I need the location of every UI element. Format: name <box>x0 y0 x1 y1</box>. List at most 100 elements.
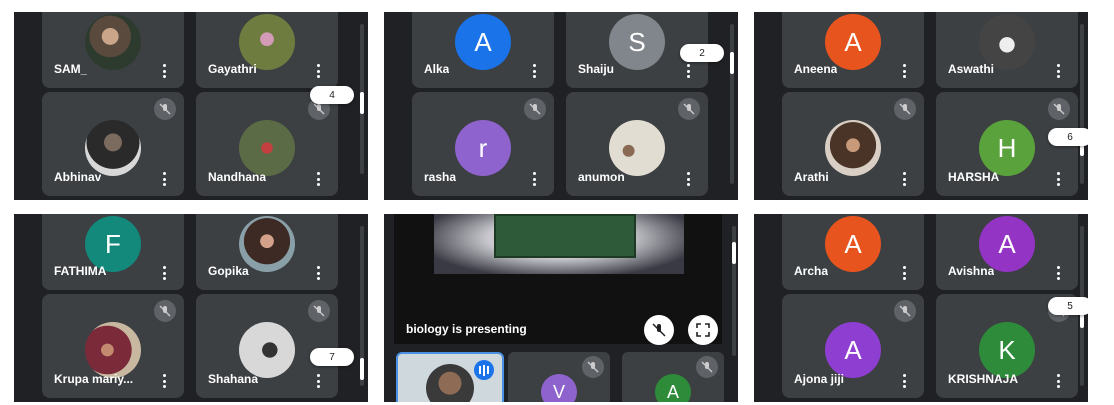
mic-off-icon <box>894 300 916 322</box>
participant-tile[interactable]: A Alka <box>412 12 554 88</box>
mic-off-icon <box>894 98 916 120</box>
more-options-icon[interactable] <box>162 64 166 78</box>
more-options-icon[interactable] <box>902 64 906 78</box>
participant-tile[interactable]: Gopika <box>196 214 338 290</box>
participant-photo <box>85 14 141 70</box>
meet-panel-presenting: biology is presenting V A <box>384 214 738 402</box>
participant-initial-avatar: H <box>979 120 1035 176</box>
participant-initial-avatar: K <box>979 322 1035 378</box>
more-options-icon[interactable] <box>316 172 320 186</box>
scrollbar[interactable] <box>360 24 364 174</box>
presenting-bar <box>384 343 738 344</box>
mic-off-icon <box>154 98 176 120</box>
participant-name: KRISHNAJA <box>948 372 1019 386</box>
more-options-icon[interactable] <box>902 172 906 186</box>
participant-initial-avatar: A <box>455 14 511 70</box>
self-view-photo <box>426 364 474 402</box>
mic-off-icon <box>308 300 330 322</box>
self-view-tile[interactable] <box>396 352 504 402</box>
scrollbar[interactable] <box>730 24 734 184</box>
participant-initial-avatar: A <box>825 322 881 378</box>
participant-name: FATHIMA <box>54 264 107 278</box>
more-options-icon[interactable] <box>162 374 166 388</box>
participant-tile[interactable]: Aswathi <box>936 12 1078 88</box>
meet-panel-6: A Archa A Avishna A Ajona jiji K KRISHNA… <box>754 214 1088 402</box>
chalkboard-image <box>494 214 636 258</box>
more-options-icon[interactable] <box>162 172 166 186</box>
mic-off-icon <box>652 323 666 337</box>
page-indicator: 4 <box>310 86 354 104</box>
participant-tile[interactable]: A Aneena <box>782 12 924 88</box>
more-options-icon[interactable] <box>902 266 906 280</box>
more-options-icon[interactable] <box>1056 266 1060 280</box>
participant-tile[interactable]: r rasha <box>412 92 554 196</box>
fullscreen-icon <box>696 323 710 337</box>
participant-tile[interactable]: A Avishna <box>936 214 1078 290</box>
meet-panel-2: A Alka S Shaiju r rasha anumon 2 <box>384 12 738 200</box>
participant-tile[interactable]: Arathi <box>782 92 924 196</box>
more-options-icon[interactable] <box>162 266 166 280</box>
participant-initial-avatar: A <box>825 216 881 272</box>
participant-name: Nandhana <box>208 170 267 184</box>
more-options-icon[interactable] <box>316 64 320 78</box>
participant-name: Ajona jiji <box>794 372 845 386</box>
scrollbar[interactable] <box>360 226 364 386</box>
participant-name: Shaiju <box>578 62 615 76</box>
participant-tile[interactable]: F FATHIMA <box>42 214 184 290</box>
participant-photo <box>239 120 295 176</box>
more-options-icon[interactable] <box>1056 374 1060 388</box>
participant-initial-avatar: S <box>609 14 665 70</box>
participant-name: HARSHA <box>948 170 1000 184</box>
scrollbar[interactable] <box>732 226 736 356</box>
mic-off-button[interactable] <box>644 315 674 345</box>
participant-tile[interactable]: Abhinav <box>42 92 184 196</box>
participant-name: Arathi <box>794 170 829 184</box>
more-options-icon[interactable] <box>1056 64 1060 78</box>
more-options-icon[interactable] <box>532 172 536 186</box>
participant-tile[interactable]: Gayathri <box>196 12 338 88</box>
participant-tile[interactable]: Nandhana <box>196 92 338 196</box>
participant-tile[interactable]: anumon <box>566 92 708 196</box>
presenting-status: biology is presenting <box>406 322 527 336</box>
participant-name: SAM_ <box>54 62 88 76</box>
participant-tile[interactable]: Shahana <box>196 294 338 398</box>
fullscreen-button[interactable] <box>688 315 718 345</box>
meet-panel-1: SAM_ Gayathri Abhinav Nandhana 4 <box>14 12 368 200</box>
participant-name: rasha <box>424 170 457 184</box>
participant-name: Abhinav <box>54 170 102 184</box>
mic-off-icon <box>1048 98 1070 120</box>
participant-photo <box>85 120 141 176</box>
more-options-icon[interactable] <box>316 374 320 388</box>
participant-tile[interactable]: Krupa mariy... <box>42 294 184 398</box>
mic-off-icon <box>696 356 718 378</box>
participant-initial-avatar: V <box>541 374 577 402</box>
participant-name: Krupa mariy... <box>54 372 134 386</box>
participant-tile[interactable]: SAM_ <box>42 12 184 88</box>
participant-tile[interactable]: A Ajona jiji <box>782 294 924 398</box>
participant-small-tile[interactable]: V <box>508 352 610 402</box>
more-options-icon[interactable] <box>1056 172 1060 186</box>
shared-screen <box>434 214 684 274</box>
more-options-icon[interactable] <box>686 64 690 78</box>
mic-off-icon <box>524 98 546 120</box>
participant-tile[interactable]: A Archa <box>782 214 924 290</box>
more-options-icon[interactable] <box>316 266 320 280</box>
participant-name: anumon <box>578 170 625 184</box>
participant-name: Alka <box>424 62 450 76</box>
participant-name: Archa <box>794 264 829 278</box>
participant-initial-avatar: r <box>455 120 511 176</box>
participant-name: Aneena <box>794 62 838 76</box>
participant-name: Avishna <box>948 264 995 278</box>
participant-photo <box>85 322 141 378</box>
page-indicator: 5 <box>1048 297 1088 315</box>
participant-initial-avatar: A <box>655 374 691 402</box>
participant-small-tile[interactable]: A <box>622 352 724 402</box>
more-options-icon[interactable] <box>532 64 536 78</box>
page-indicator: 6 <box>1048 128 1088 146</box>
more-options-icon[interactable] <box>902 374 906 388</box>
scrollbar[interactable] <box>1080 24 1084 184</box>
mic-off-icon <box>678 98 700 120</box>
meet-panel-4: F FATHIMA Gopika Krupa mariy... Shahana … <box>14 214 368 402</box>
mic-off-icon <box>154 300 176 322</box>
more-options-icon[interactable] <box>686 172 690 186</box>
